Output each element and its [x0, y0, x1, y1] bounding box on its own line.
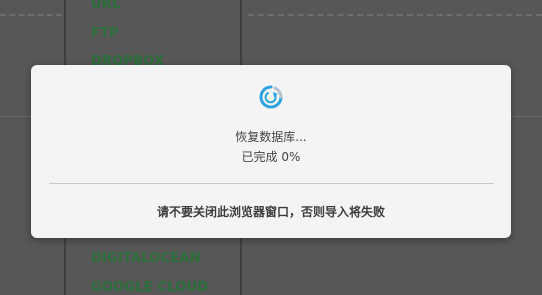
menu-item-url[interactable]: URL — [91, 0, 120, 12]
progress-prefix: 已完成 — [241, 150, 278, 164]
menu-item-google-cloud[interactable]: GOOGLE CLOUD — [91, 280, 208, 295]
menu-item-digitalocean[interactable]: DIGITALOCEAN — [91, 251, 201, 266]
menu-item-ftp[interactable]: FTP — [91, 26, 119, 41]
progress-text: 已完成 0% — [31, 148, 511, 165]
refresh-spinner-icon — [259, 85, 283, 109]
warning-text: 请不要关闭此浏览器窗口，否则导入将失败 — [156, 205, 385, 219]
status-text: 恢复数据库... — [235, 130, 307, 144]
progress-value: 0% — [281, 150, 301, 164]
dashed-divider-left — [0, 14, 62, 16]
dialog-divider — [49, 183, 494, 184]
dashed-divider-right — [248, 14, 542, 16]
restore-progress-dialog: 恢复数据库... 已完成 0% 请不要关闭此浏览器窗口，否则导入将失败 — [31, 65, 511, 238]
